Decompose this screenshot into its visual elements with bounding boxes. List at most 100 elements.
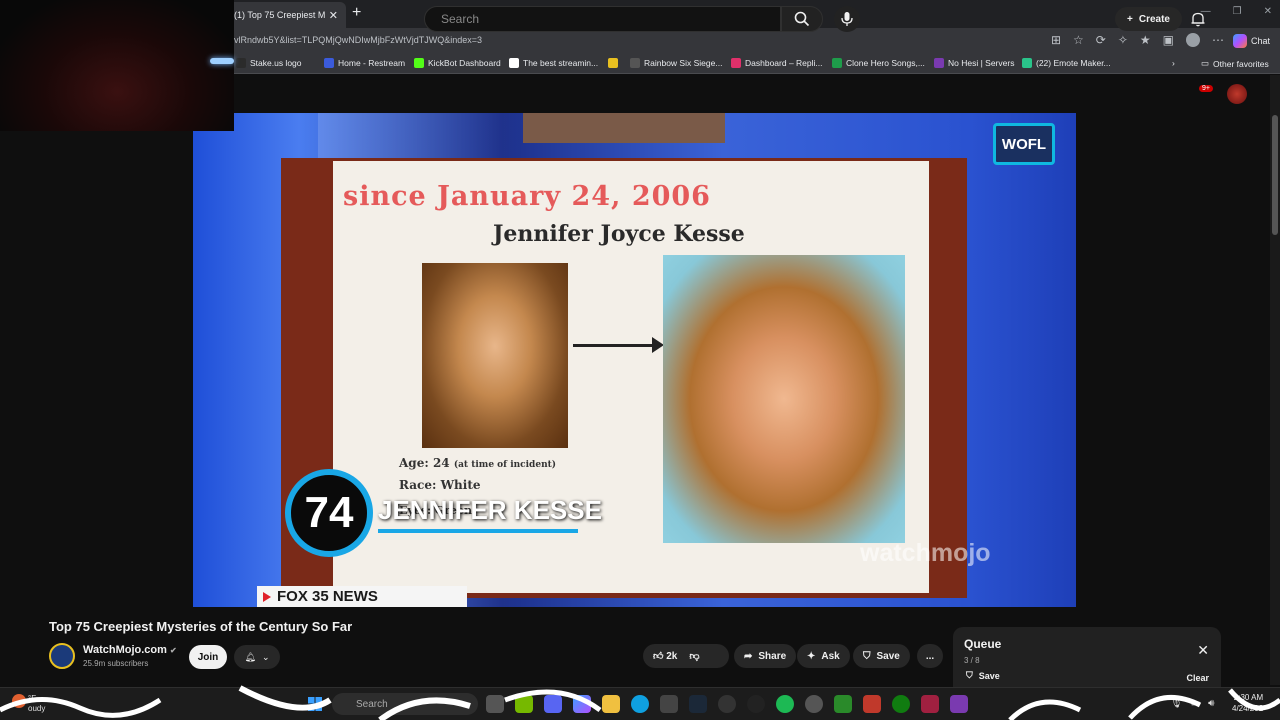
extensions-icon[interactable]: ✧ xyxy=(1118,33,1128,47)
bookmark-item[interactable] xyxy=(608,58,618,68)
station-logo: WOFL xyxy=(993,123,1055,165)
queue-save-label: Save xyxy=(978,670,1000,681)
taskbar-apps xyxy=(486,695,968,713)
store-icon[interactable] xyxy=(660,695,678,713)
like-dislike-group: 👍︎ 2k 👎︎ xyxy=(643,644,729,668)
bookmark-item[interactable]: Rainbow Six Siege... xyxy=(630,58,722,68)
bookmark-icon xyxy=(236,58,246,68)
video-frame: since January 24, 2006 Jennifer Joyce Ke… xyxy=(193,113,1076,607)
rank-name: JENNIFER KESSE xyxy=(378,495,602,525)
join-button[interactable]: Join xyxy=(189,645,227,669)
mic-tray-icon[interactable]: 🎙︎ xyxy=(1170,698,1183,709)
dislike-button[interactable]: 👎︎ xyxy=(689,650,699,662)
ask-button[interactable]: ✦ Ask xyxy=(797,644,850,668)
p-app-icon[interactable] xyxy=(921,695,939,713)
close-tab-icon[interactable]: ✕ xyxy=(329,9,338,22)
new-tab-icon[interactable]: + xyxy=(352,4,361,22)
collections-icon[interactable]: ▣ xyxy=(1163,33,1174,47)
bookmarks-overflow-icon[interactable]: › xyxy=(1172,58,1175,68)
account-avatar[interactable] xyxy=(1227,84,1247,104)
bookmark-item[interactable]: (22) Emote Maker... xyxy=(1022,58,1111,68)
bookmark-item[interactable]: KickBot Dashboard xyxy=(414,58,501,68)
spotify-icon[interactable] xyxy=(776,695,794,713)
poster-name: Jennifer Joyce Kesse xyxy=(493,221,745,247)
url-field[interactable]: vlRndwb5Y&list=TLPQMjQwNDIwMjbFzWtVjdTJW… xyxy=(234,35,482,45)
notification-badge: 9+ xyxy=(1199,85,1213,92)
bookmark-item[interactable]: Home - Restream xyxy=(324,58,405,68)
search-input[interactable]: Search xyxy=(424,6,781,32)
bookmark-item[interactable]: The best streamin... xyxy=(509,58,598,68)
channel-avatar[interactable] xyxy=(49,643,75,669)
copilot-chat-button[interactable]: Chat xyxy=(1232,34,1270,48)
search-icon xyxy=(794,11,810,27)
page-scrollbar[interactable] xyxy=(1270,75,1280,685)
watchmojo-watermark: watchmojo xyxy=(860,539,991,567)
task-view-icon[interactable] xyxy=(486,695,504,713)
copilot-icon[interactable] xyxy=(573,695,591,713)
network-icon[interactable]: ▭ xyxy=(1191,698,1200,709)
bookmark-item[interactable]: Dashboard – Repli... xyxy=(731,58,823,68)
other-favorites[interactable]: ▭ Other favorites xyxy=(1201,58,1269,69)
weather-widget[interactable]: °F oudy xyxy=(28,694,45,714)
favorites-icon[interactable]: ★ xyxy=(1140,33,1151,47)
red-app-icon[interactable] xyxy=(863,695,881,713)
thumbs-up-icon: 👍︎ xyxy=(653,651,664,662)
bookmark-item[interactable]: Stake.us logo xyxy=(236,58,302,68)
4k-app-icon[interactable] xyxy=(805,695,823,713)
steam-icon[interactable] xyxy=(689,695,707,713)
bookmark-label: Home - Restream xyxy=(338,58,406,68)
bookmark-item[interactable]: No Hesi | Servers xyxy=(934,58,1014,68)
twitch-icon[interactable] xyxy=(950,695,968,713)
chat-label: Chat xyxy=(1250,36,1270,46)
bookmark-icon xyxy=(832,58,842,68)
taskbar-search[interactable]: Search xyxy=(332,693,478,715)
refresh-icon[interactable]: ⟳ xyxy=(1096,33,1106,47)
queue-panel: Queue 3 / 8 ✕ ⛉ Save Clear xyxy=(953,627,1221,693)
nvidia-icon[interactable] xyxy=(515,695,533,713)
bookmark-item[interactable]: Clone Hero Songs,... xyxy=(832,58,925,68)
channel-name[interactable]: WatchMojo.com ✔ xyxy=(83,644,177,656)
windows-start-icon[interactable] xyxy=(308,697,322,711)
bookmark-label: Rainbow Six Siege... xyxy=(644,58,723,68)
queue-clear-button[interactable]: Clear xyxy=(1186,673,1209,683)
settings-icon[interactable] xyxy=(747,695,765,713)
volume-icon[interactable]: 🔊︎ xyxy=(1208,698,1214,709)
create-label: Create xyxy=(1138,13,1170,25)
edge-icon[interactable] xyxy=(631,695,649,713)
arrow-icon xyxy=(573,337,664,353)
menu-dots-icon[interactable]: ⋯ xyxy=(1212,33,1224,47)
b-app-icon[interactable] xyxy=(834,695,852,713)
close-window-icon[interactable]: ✕ xyxy=(1264,6,1272,17)
close-icon[interactable]: ✕ xyxy=(1197,642,1209,659)
like-button[interactable]: 👍︎ 2k xyxy=(653,650,677,662)
queue-save-button[interactable]: ⛉ Save xyxy=(966,670,1000,681)
create-button[interactable]: + Create xyxy=(1115,7,1182,31)
clock-date: 4/24/202 xyxy=(1232,704,1264,713)
search-button[interactable] xyxy=(781,6,823,32)
apps-icon[interactable]: ⊞ xyxy=(1051,33,1061,47)
obs-icon[interactable] xyxy=(718,695,736,713)
save-button[interactable]: ⛉ Save xyxy=(853,644,910,668)
photo-right xyxy=(663,255,905,543)
profile-avatar[interactable] xyxy=(1186,33,1200,47)
xbox-icon[interactable] xyxy=(892,695,910,713)
other-favorites-label: Other favorites xyxy=(1213,58,1269,69)
notifications-button[interactable] xyxy=(1190,11,1206,32)
file-explorer-icon[interactable] xyxy=(602,695,620,713)
share-button[interactable]: ➦ Share xyxy=(734,644,797,668)
maximize-icon[interactable]: ❐ xyxy=(1233,6,1242,17)
bookmark-icon: ⛉ xyxy=(966,670,973,680)
bookmark-label: Clone Hero Songs,... xyxy=(846,58,925,68)
windows-taskbar: °F oudy Search 🎙︎ ▭ 🔊︎ 2:30 AM 4/24/202 xyxy=(0,687,1280,720)
browser-tab[interactable]: (1) Top 75 Creepiest Myste ✕ xyxy=(226,2,346,28)
share-icon: ➦ xyxy=(744,650,753,662)
voice-search-button[interactable] xyxy=(834,6,860,32)
system-tray: 🎙︎ ▭ 🔊︎ xyxy=(1170,698,1214,709)
clock[interactable]: 2:30 AM 4/24/202 xyxy=(1232,692,1263,714)
star-icon[interactable]: ☆ xyxy=(1073,33,1084,47)
subscribe-bell-button[interactable]: 🔔︎ ⌄ xyxy=(234,645,280,669)
more-actions-button[interactable]: ... xyxy=(917,644,943,668)
scrollbar-thumb[interactable] xyxy=(1272,115,1278,235)
video-player[interactable]: since January 24, 2006 Jennifer Joyce Ke… xyxy=(193,113,1076,607)
discord-icon[interactable] xyxy=(544,695,562,713)
